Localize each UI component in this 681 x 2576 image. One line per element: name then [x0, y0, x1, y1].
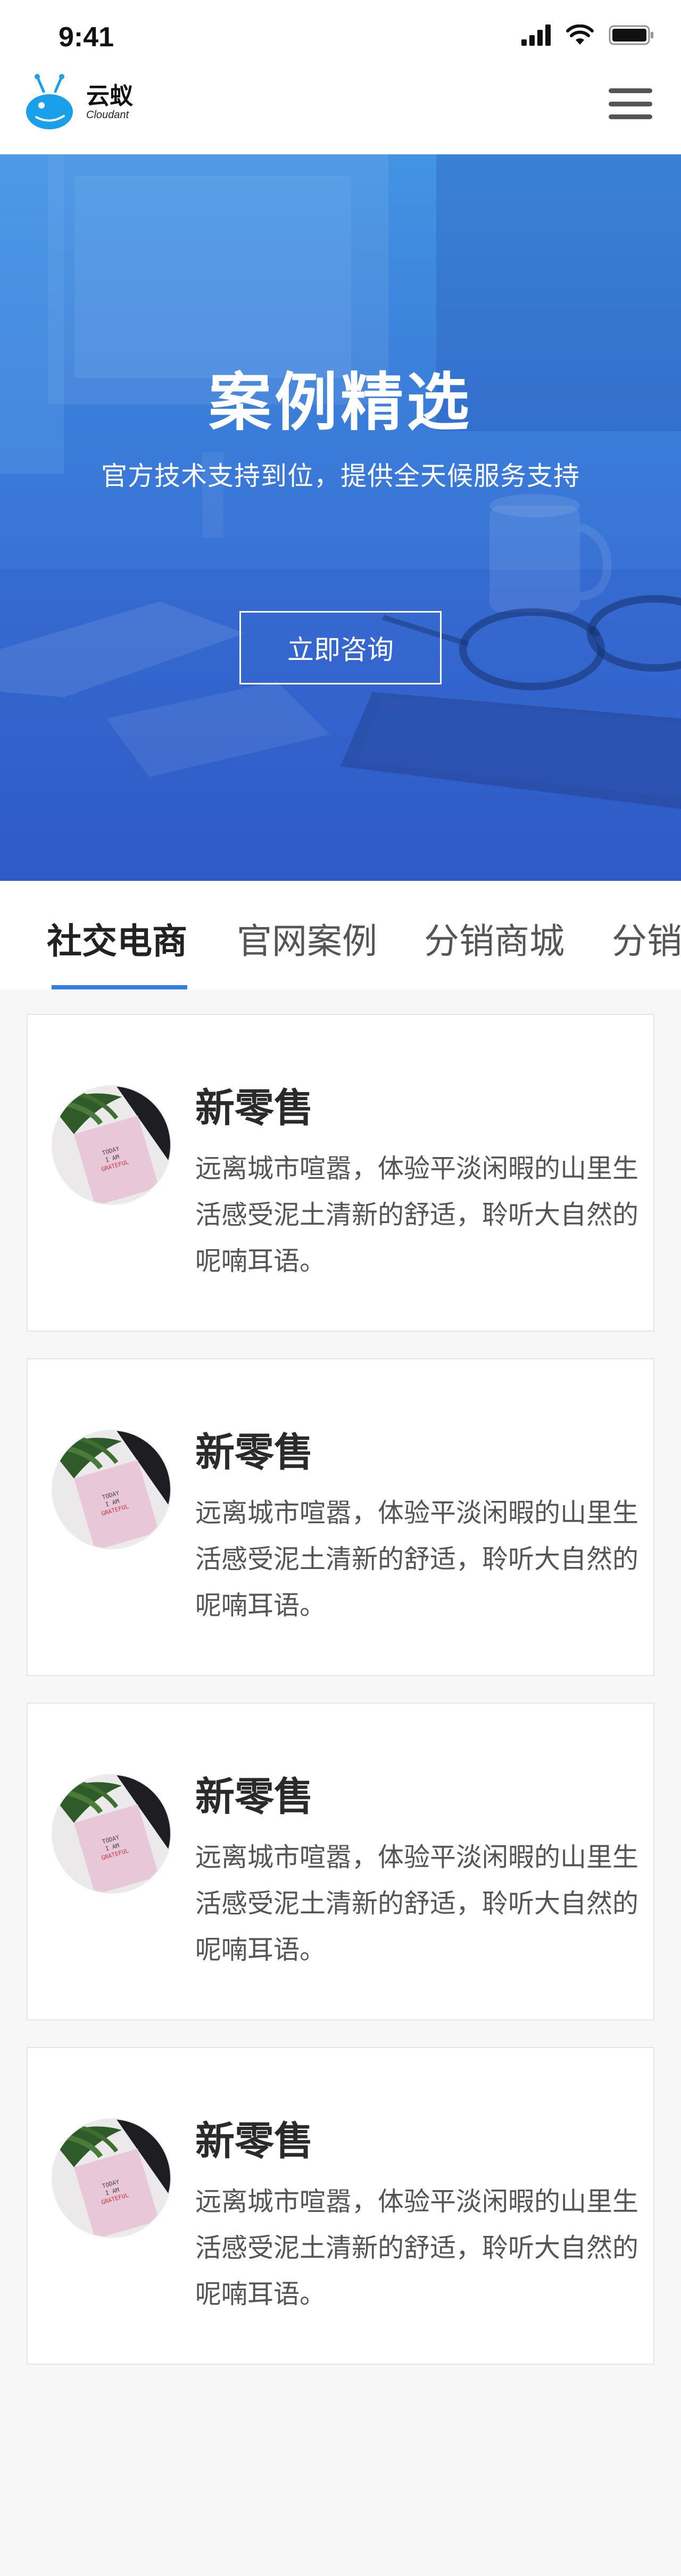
- wifi-icon: [566, 24, 594, 45]
- ant-logo-icon: [26, 74, 73, 129]
- case-title: 新零售: [195, 1774, 313, 1820]
- status-bar: 9:41: [0, 0, 681, 69]
- menu-line: [609, 114, 652, 119]
- menu-line: [609, 101, 652, 106]
- case-title: 新零售: [195, 2118, 313, 2164]
- active-tab-indicator: [52, 985, 187, 989]
- logo[interactable]: 云蚁 Cloudant: [26, 73, 133, 131]
- logo-chinese-name: 云蚁: [86, 82, 133, 110]
- category-tabs: 社交电商 官网案例 分销商城 分销: [0, 881, 681, 990]
- case-description: 远离城市喧嚣，体验平淡闲暇的山里生活感受泥土清新的舒适，聆听大自然的呢喃耳语。: [195, 1842, 639, 1965]
- case-thumbnail: TODAY I AM GRATEFUL: [52, 1430, 171, 1549]
- signal-icon: [521, 24, 551, 46]
- case-card[interactable]: TODAY I AM GRATEFUL 新零售 远离城市喧嚣，体验平淡闲暇的山里…: [27, 1358, 654, 1676]
- case-description: 远离城市喧嚣，体验平淡闲暇的山里生活感受泥土清新的舒适，聆听大自然的呢喃耳语。: [195, 2186, 639, 2309]
- case-description: 远离城市喧嚣，体验平淡闲暇的山里生活感受泥土清新的舒适，聆听大自然的呢喃耳语。: [195, 1153, 639, 1276]
- case-thumbnail: TODAY I AM GRATEFUL: [52, 1774, 171, 1894]
- hero-banner: 案例精选 官方技术支持到位，提供全天候服务支持 立即咨询: [0, 154, 681, 881]
- logo-english-name: Cloudant: [86, 109, 129, 121]
- status-icons: [521, 24, 654, 46]
- tab-distribution[interactable]: 分销: [612, 913, 681, 964]
- logo-text: 云蚁 Cloudant: [86, 82, 133, 121]
- hero-subtitle: 官方技术支持到位，提供全天候服务支持: [101, 461, 580, 491]
- consult-now-button[interactable]: 立即咨询: [239, 611, 442, 684]
- case-list: TODAY I AM GRATEFUL 新零售 远离城市喧嚣，体验平淡闲暇的山里…: [27, 1014, 654, 2391]
- tab-social-ecommerce[interactable]: 社交电商: [47, 913, 187, 964]
- hero-title: 案例精选: [208, 366, 472, 439]
- status-time: 9:41: [59, 22, 114, 53]
- case-card[interactable]: TODAY I AM GRATEFUL 新零售 远离城市喧嚣，体验平淡闲暇的山里…: [27, 1014, 654, 1332]
- case-description: 远离城市喧嚣，体验平淡闲暇的山里生活感受泥土清新的舒适，聆听大自然的呢喃耳语。: [195, 1498, 639, 1621]
- menu-line: [609, 88, 652, 93]
- tab-distribution-mall[interactable]: 分销商城: [424, 913, 564, 964]
- hamburger-menu-icon[interactable]: [607, 85, 654, 122]
- tab-website-cases[interactable]: 官网案例: [237, 913, 377, 964]
- battery-icon: [609, 25, 653, 45]
- case-title: 新零售: [195, 1085, 313, 1131]
- case-card[interactable]: TODAY I AM GRATEFUL 新零售 远离城市喧嚣，体验平淡闲暇的山里…: [27, 1703, 654, 2020]
- case-thumbnail: TODAY I AM GRATEFUL: [52, 1085, 171, 1205]
- header: 云蚁 Cloudant: [0, 69, 681, 154]
- case-thumbnail: TODAY I AM GRATEFUL: [52, 2118, 171, 2238]
- case-card[interactable]: TODAY I AM GRATEFUL 新零售 远离城市喧嚣，体验平淡闲暇的山里…: [27, 2047, 654, 2365]
- case-title: 新零售: [195, 1430, 313, 1475]
- hero-background-image: [0, 154, 681, 881]
